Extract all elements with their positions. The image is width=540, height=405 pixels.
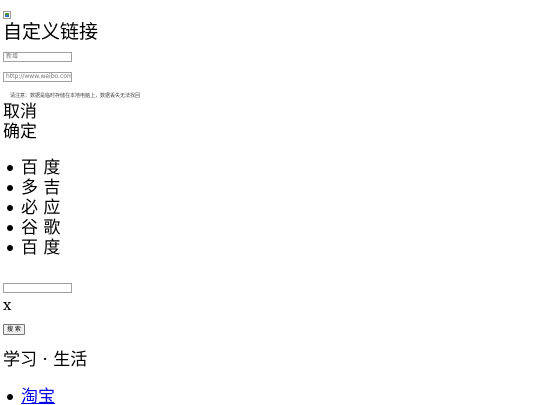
bullet-icon: [7, 225, 13, 231]
clear-search-button[interactable]: x: [3, 296, 11, 314]
search-button[interactable]: 搜 索: [3, 324, 25, 335]
search-input[interactable]: [3, 283, 72, 293]
bullet-icon: [7, 245, 13, 251]
search-engine-label: 多 吉: [21, 178, 61, 198]
bullet-icon: [7, 165, 13, 171]
link-name-input[interactable]: [3, 52, 72, 62]
bullet-icon: [7, 185, 13, 191]
search-engine-item[interactable]: 谷 歌: [3, 218, 60, 238]
bullet-icon: [7, 394, 13, 400]
bookmark-link-taobao[interactable]: 淘宝: [21, 387, 55, 405]
cancel-button[interactable]: 取消: [3, 102, 37, 122]
search-engine-list: 百 度 多 吉 必 应 谷 歌 百 度: [3, 158, 60, 258]
custom-link-title: 自定义链接: [3, 21, 99, 43]
search-engine-item[interactable]: 必 应: [3, 198, 60, 218]
bookmark-list: 淘宝: [3, 387, 55, 405]
section-title: 学习 · 生活: [3, 350, 88, 370]
list-item: 淘宝: [3, 387, 55, 405]
search-engine-item[interactable]: 百 度: [3, 158, 60, 178]
search-engine-label: 谷 歌: [21, 218, 61, 238]
search-engine-item[interactable]: 百 度: [3, 238, 60, 258]
confirm-button[interactable]: 确定: [3, 122, 37, 142]
bullet-icon: [7, 205, 13, 211]
link-url-input[interactable]: [3, 72, 72, 82]
search-engine-label: 必 应: [21, 198, 61, 218]
search-engine-item[interactable]: 多 吉: [3, 178, 60, 198]
storage-hint: 请注意：数据是临时存储在本地电脑上，数据丢失无法找回: [10, 93, 141, 99]
search-engine-label: 百 度: [21, 158, 61, 178]
search-engine-label: 百 度: [21, 238, 61, 258]
broken-image-icon: [3, 11, 11, 19]
page: 自定义链接 请注意：数据是临时存储在本地电脑上，数据丢失无法找回 取消 确定 百…: [0, 0, 540, 405]
